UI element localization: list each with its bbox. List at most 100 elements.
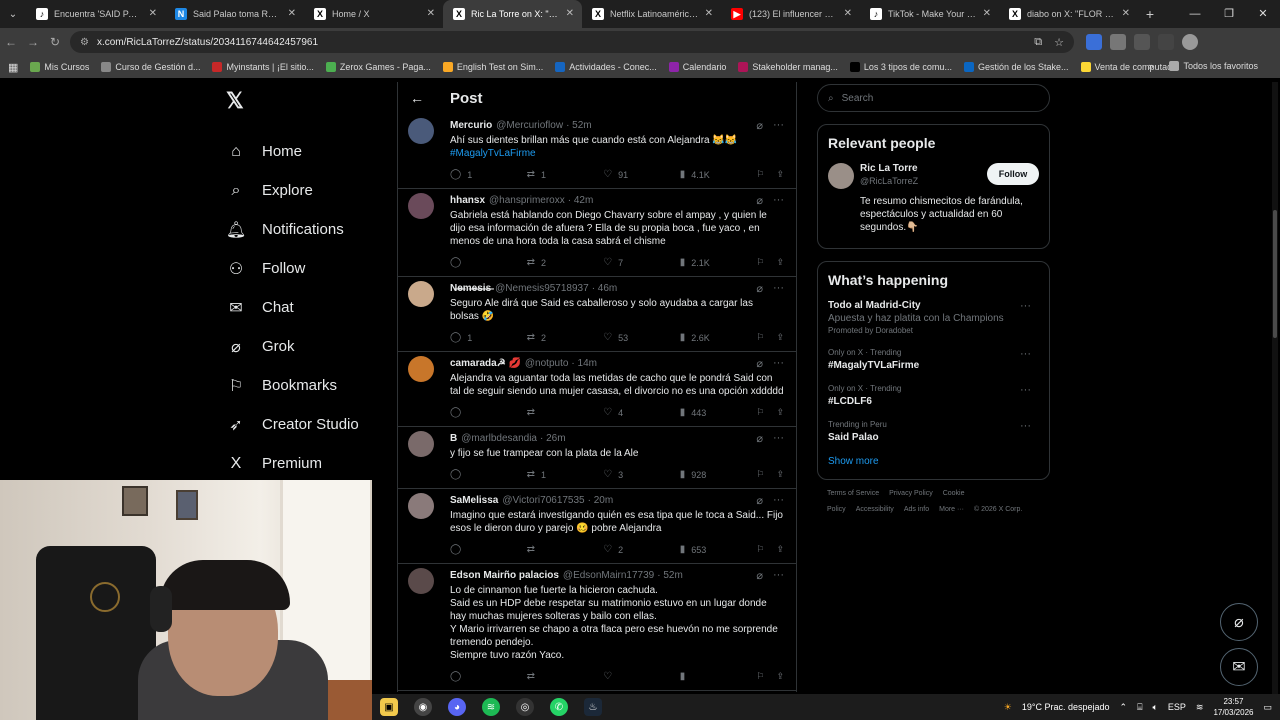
- bookmark-icon[interactable]: ⚐: [756, 169, 764, 180]
- footer-link[interactable]: © 2026 X Corp.: [974, 506, 1022, 513]
- nav-item-bookmarks[interactable]: ⚐ Bookmarks: [220, 366, 400, 405]
- reply-post[interactable]: hhansx @hansprimeroxx · 42m ⌀ ··· Gabriela es…: [398, 189, 796, 277]
- install-app-icon[interactable]: ⧉: [1034, 36, 1042, 49]
- reposts-button[interactable]: ⇄ 1: [527, 469, 604, 480]
- scrollbar-thumb[interactable]: [1273, 210, 1277, 338]
- url-field[interactable]: ⚙ x.com/RicLaTorreZ/status/2034116744642…: [70, 31, 1074, 53]
- close-tab-icon[interactable]: ✕: [427, 8, 435, 19]
- post-author-handle[interactable]: @marlbdesandia: [461, 433, 537, 444]
- post-time[interactable]: · 26m: [540, 433, 566, 444]
- avatar[interactable]: [408, 118, 434, 144]
- avatar[interactable]: [408, 193, 434, 219]
- page-scrollbar[interactable]: [1272, 82, 1278, 694]
- nav-item-grok[interactable]: ⌀ Grok: [220, 327, 400, 366]
- reply-post[interactable]: SaMelissa @Victori70617535 · 20m ⌀ ··· Imagin…: [398, 489, 796, 564]
- trend-name[interactable]: #LCDLF6: [828, 396, 1039, 407]
- browser-tab[interactable]: ♪ Encuentra 'SAID PALAO' e ✕: [26, 0, 165, 28]
- share-icon[interactable]: ⇪: [776, 671, 784, 682]
- tab-search-icon[interactable]: ⌄: [0, 0, 26, 28]
- back-arrow-icon[interactable]: ←: [410, 90, 424, 106]
- post-time[interactable]: · 20m: [588, 495, 614, 506]
- post-author-handle[interactable]: @EdsonMairn17739: [563, 570, 654, 581]
- tray-arrow-icon[interactable]: ⌃: [1120, 702, 1128, 713]
- more-options-icon[interactable]: ···: [1020, 420, 1031, 432]
- views-button[interactable]: ▮: [680, 671, 757, 682]
- more-options-icon[interactable]: ···: [773, 569, 784, 582]
- post-time[interactable]: · 14m: [571, 358, 597, 369]
- share-icon[interactable]: ⇪: [776, 169, 784, 180]
- replies-button[interactable]: ◯ 1: [450, 332, 527, 343]
- obs-icon[interactable]: ◎: [516, 698, 534, 716]
- wifi-icon[interactable]: ≋: [1196, 702, 1204, 713]
- grok-icon[interactable]: ⌀: [756, 569, 763, 582]
- share-icon[interactable]: ⇪: [776, 407, 784, 418]
- reload-icon[interactable]: ↻: [44, 35, 66, 49]
- minimize-icon[interactable]: —: [1178, 0, 1212, 28]
- views-button[interactable]: ▮ 4.1K: [680, 169, 757, 180]
- discord-icon[interactable]: ◕: [448, 698, 466, 716]
- nav-item-notifications[interactable]: 🔔︎ Notifications: [220, 210, 400, 249]
- extension-icon[interactable]: [1086, 34, 1102, 50]
- more-options-icon[interactable]: ···: [1020, 348, 1031, 360]
- more-options-icon[interactable]: ···: [773, 282, 784, 295]
- avatar[interactable]: [408, 431, 434, 457]
- x-logo-icon[interactable]: 𝕏: [226, 88, 254, 116]
- bookmark-item[interactable]: Los 3 tipos de comu...: [849, 62, 952, 72]
- bookmark-icon[interactable]: ⚐: [756, 469, 764, 480]
- grok-fab-icon[interactable]: ⌀: [1220, 603, 1258, 641]
- close-tab-icon[interactable]: ✕: [844, 8, 852, 19]
- views-button[interactable]: ▮ 2.1K: [680, 257, 757, 268]
- likes-button[interactable]: ♡ 4: [603, 407, 680, 418]
- bookmark-item[interactable]: Mis Cursos: [30, 62, 89, 72]
- likes-button[interactable]: ♡ 7: [603, 257, 680, 268]
- trend-item[interactable]: Only on X · Trending #LCDLF6 ···: [828, 384, 1039, 407]
- more-options-icon[interactable]: ···: [773, 357, 784, 370]
- more-options-icon[interactable]: ···: [1020, 384, 1031, 396]
- replies-button[interactable]: ◯: [450, 671, 527, 682]
- post-author-name[interactable]: N̶e̶m̶e̶s̶i̶s̶: [450, 283, 491, 294]
- post-author-handle[interactable]: @hansprimeroxx: [489, 195, 565, 206]
- restore-icon[interactable]: ❐: [1212, 0, 1246, 28]
- grok-icon[interactable]: ⌀: [756, 194, 763, 207]
- bookmark-item[interactable]: Zerox Games - Paga...: [325, 62, 431, 72]
- chrome-icon[interactable]: ◉: [414, 698, 432, 716]
- weather-text[interactable]: 19°C Prac. despejado: [1022, 702, 1110, 712]
- share-icon[interactable]: ⇪: [776, 544, 784, 555]
- share-icon[interactable]: ⇪: [776, 332, 784, 343]
- show-more-link[interactable]: Show more: [828, 456, 1039, 467]
- post-author-handle[interactable]: @Nemesis95718937: [495, 283, 589, 294]
- nav-item-follow[interactable]: ⚇ Follow: [220, 249, 400, 288]
- post-author-handle[interactable]: @Victori70617535: [502, 495, 584, 506]
- more-bookmarks-icon[interactable]: »: [1148, 61, 1153, 71]
- footer-link[interactable]: More ···: [939, 506, 964, 513]
- spotify-icon[interactable]: ≋: [482, 698, 500, 716]
- clock[interactable]: 23:57 17/03/2026: [1213, 696, 1253, 718]
- reposts-button[interactable]: ⇄: [527, 407, 604, 418]
- weather-icon[interactable]: ☀: [1004, 702, 1012, 713]
- grok-icon[interactable]: ⌀: [756, 357, 763, 370]
- post-author-name[interactable]: B: [450, 433, 457, 444]
- close-tab-icon[interactable]: ✕: [566, 8, 574, 19]
- post-time[interactable]: · 42m: [568, 195, 594, 206]
- replies-button[interactable]: ◯ 1: [450, 169, 527, 180]
- nav-item-creator-studio[interactable]: ➶ Creator Studio: [220, 405, 400, 444]
- share-icon[interactable]: ⇪: [776, 257, 784, 268]
- replies-button[interactable]: ◯: [450, 407, 527, 418]
- close-window-icon[interactable]: ✕: [1246, 0, 1280, 28]
- bookmark-star-icon[interactable]: ☆: [1054, 36, 1064, 49]
- more-options-icon[interactable]: ···: [1020, 300, 1031, 312]
- reply-post[interactable]: Mercurio @Mercurioflow · 52m ⌀ ··· Ahí sus di…: [398, 114, 796, 189]
- post-time[interactable]: · 46m: [592, 283, 618, 294]
- trend-name[interactable]: Todo al Madrid-City: [828, 300, 1039, 311]
- views-button[interactable]: ▮ 928: [680, 469, 757, 480]
- views-button[interactable]: ▮ 2.6K: [680, 332, 757, 343]
- trend-item[interactable]: Todo al Madrid-City Apuesta y haz platita…: [828, 300, 1039, 335]
- extension-icon[interactable]: [1134, 34, 1150, 50]
- grok-icon[interactable]: ⌀: [756, 119, 763, 132]
- reposts-button[interactable]: ⇄ 2: [527, 257, 604, 268]
- browser-tab[interactable]: Xdiabo on X: "FLOR VIGNA ✕: [999, 0, 1138, 28]
- views-button[interactable]: ▮ 653: [680, 544, 757, 555]
- reposts-button[interactable]: ⇄ 2: [527, 332, 604, 343]
- post-author-handle[interactable]: @notputo: [525, 358, 569, 369]
- bookmark-item[interactable]: Gestión de los Stake...: [963, 62, 1069, 72]
